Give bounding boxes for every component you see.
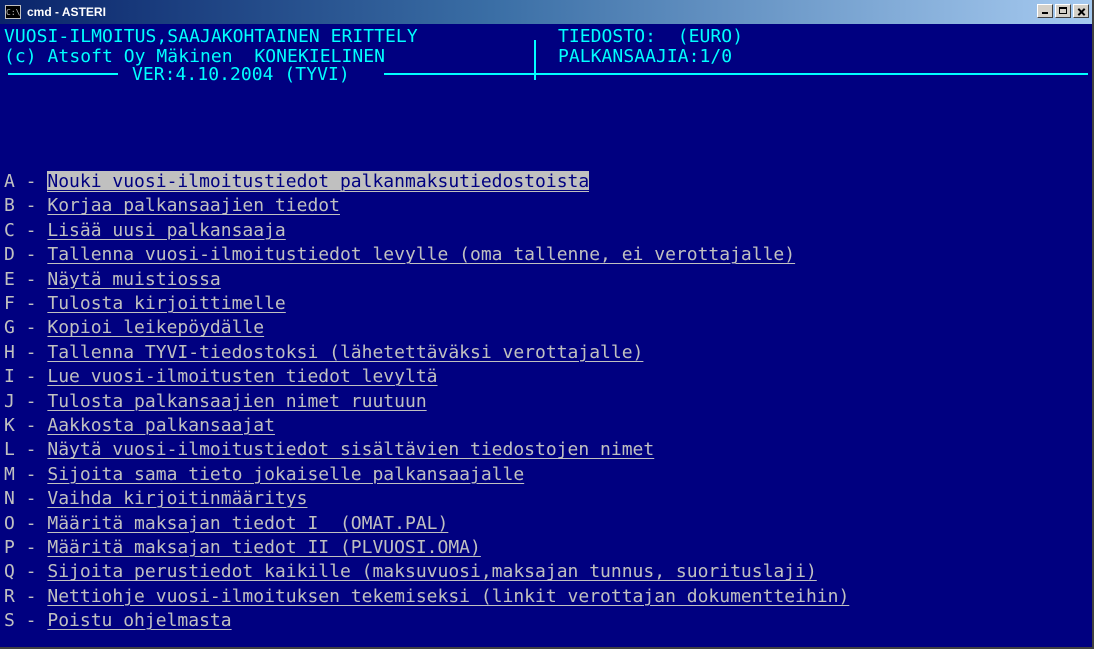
menu-label: Kopioi leikepöydälle xyxy=(47,317,265,339)
menu-item-n[interactable]: N - Vaihda kirjoitinmääritys xyxy=(4,488,307,509)
menu-label: Näytä muistiossa xyxy=(47,268,221,290)
menu-item-p[interactable]: P - Määritä maksajan tiedot II (PLVUOSI.… xyxy=(4,537,481,558)
menu-label: Nettiohje vuosi-ilmoituksen tekemiseksi … xyxy=(47,585,850,607)
menu-separator: - xyxy=(14,512,48,534)
menu-key: L xyxy=(4,439,15,461)
menu-label: Aakkosta palkansaajat xyxy=(47,415,275,436)
menu-key: I xyxy=(4,366,15,388)
menu-separator: - xyxy=(14,268,48,290)
menu-key: F xyxy=(4,293,15,314)
menu-label: Sijoita perustiedot kaikille (maksuvuosi… xyxy=(47,561,817,583)
menu-label: Näytä vuosi-ilmoitustiedot sisältävien t… xyxy=(47,439,655,461)
menu-key: G xyxy=(4,317,15,339)
menu-separator: - xyxy=(14,488,48,510)
header-rule-left xyxy=(8,73,118,75)
menu-key: D xyxy=(4,244,15,266)
cmd-icon[interactable]: C:\ xyxy=(5,5,21,19)
menu-item-a[interactable]: A - Nouki vuosi-ilmoitustiedot palkanmak… xyxy=(4,171,590,192)
menu-key: J xyxy=(4,390,15,412)
close-button[interactable] xyxy=(1073,4,1089,18)
menu-item-o[interactable]: O - Määritä maksajan tiedot I (OMAT.PAL) xyxy=(4,513,448,534)
menu-item-d[interactable]: D - Tallenna vuosi-ilmoitustiedot levyll… xyxy=(4,244,795,265)
menu-label: Tulosta kirjoittimelle xyxy=(47,293,286,314)
menu-separator: - xyxy=(14,293,48,314)
menu-item-b[interactable]: B - Korjaa palkansaajien tiedot xyxy=(4,195,340,216)
menu-item-k[interactable]: K - Aakkosta palkansaajat xyxy=(4,415,275,436)
menu-key: S xyxy=(4,610,15,632)
menu-separator: - xyxy=(14,366,48,388)
menu-label: Määritä maksajan tiedot II (PLVUOSI.OMA) xyxy=(47,537,481,558)
menu-separator: - xyxy=(14,195,48,217)
menu-label: Vaihda kirjoitinmääritys xyxy=(47,488,308,510)
console-window: C:\ cmd - ASTERI VUOSI-ILMOITUS,SAAJAKOH… xyxy=(0,0,1094,649)
menu-item-m[interactable]: M - Sijoita sama tieto jokaiselle palkan… xyxy=(4,464,524,485)
menu-item-f[interactable]: F - Tulosta kirjoittimelle xyxy=(4,293,286,314)
menu-item-r[interactable]: R - Nettiohje vuosi-ilmoituksen tekemise… xyxy=(4,586,849,607)
menu-separator: - xyxy=(14,415,48,436)
menu-key: K xyxy=(4,415,15,436)
menu-key: E xyxy=(4,268,15,290)
header-title: VUOSI-ILMOITUS,SAAJAKOHTAINEN ERITTELY xyxy=(4,26,418,47)
menu-separator: - xyxy=(14,317,48,339)
menu-separator: - xyxy=(14,561,48,583)
menu-label: Korjaa palkansaajien tiedot xyxy=(47,195,340,217)
menu-item-i[interactable]: I - Lue vuosi-ilmoitusten tiedot levyltä xyxy=(4,366,438,387)
window-controls xyxy=(1037,4,1089,18)
menu-separator: - xyxy=(14,610,48,632)
menu-item-s[interactable]: S - Poistu ohjelmasta xyxy=(4,610,232,631)
menu-separator: - xyxy=(14,244,48,266)
menu-item-j[interactable]: J - Tulosta palkansaajien nimet ruutuun xyxy=(4,391,427,412)
menu-key: A xyxy=(4,171,15,192)
menu-key: M xyxy=(4,463,15,485)
menu-label: Määritä maksajan tiedot I (OMAT.PAL) xyxy=(47,512,449,534)
menu-label: Sijoita sama tieto jokaiselle palkansaaj… xyxy=(47,463,525,485)
menu-key: B xyxy=(4,195,15,217)
window-title: cmd - ASTERI xyxy=(27,5,106,19)
minimize-button[interactable] xyxy=(1037,4,1053,18)
menu-key: P xyxy=(4,537,15,558)
menu-item-e[interactable]: E - Näytä muistiossa xyxy=(4,269,221,290)
menu-separator: - xyxy=(14,585,48,607)
menu-separator: - xyxy=(14,390,48,412)
header-employee-count: PALKANSAAJIA:1/0 xyxy=(558,46,733,67)
menu-key: Q xyxy=(4,561,15,583)
menu-separator: - xyxy=(14,537,48,558)
console-area[interactable]: VUOSI-ILMOITUS,SAAJAKOHTAINEN ERITTELY T… xyxy=(4,26,1088,646)
menu-item-l[interactable]: L - Näytä vuosi-ilmoitustiedot sisältävi… xyxy=(4,439,654,460)
menu-label: Poistu ohjelmasta xyxy=(47,610,232,632)
menu-separator: - xyxy=(14,171,48,192)
menu-separator: - xyxy=(14,219,48,241)
menu-label: Lisää uusi palkansaaja xyxy=(47,219,286,241)
menu-label: Tallenna vuosi-ilmoitustiedot levylle (o… xyxy=(47,244,796,266)
menu-item-c[interactable]: C - Lisää uusi palkansaaja xyxy=(4,220,286,241)
header-file: TIEDOSTO: (EURO) xyxy=(558,26,744,47)
menu-key: O xyxy=(4,512,15,534)
menu-item-h[interactable]: H - Tallenna TYVI-tiedostoksi (lähetettä… xyxy=(4,342,643,363)
menu-separator: - xyxy=(14,439,48,461)
menu-separator: - xyxy=(14,463,48,485)
title-bar[interactable]: C:\ cmd - ASTERI xyxy=(0,0,1092,24)
menu-label: Lue vuosi-ilmoitusten tiedot levyltä xyxy=(47,366,438,388)
menu-separator: - xyxy=(14,341,48,363)
menu-item-q[interactable]: Q - Sijoita perustiedot kaikille (maksuv… xyxy=(4,561,817,582)
maximize-button[interactable] xyxy=(1055,4,1071,18)
menu-label: Nouki vuosi-ilmoitustiedot palkanmaksuti… xyxy=(47,171,590,192)
menu-label: Tulosta palkansaajien nimet ruutuun xyxy=(47,390,427,412)
menu-item-g[interactable]: G - Kopioi leikepöydälle xyxy=(4,317,264,338)
menu-key: C xyxy=(4,219,15,241)
header-rule-right xyxy=(384,73,1088,75)
menu-key: R xyxy=(4,585,15,607)
menu-key: H xyxy=(4,341,15,363)
menu-key: N xyxy=(4,488,15,510)
menu-label: Tallenna TYVI-tiedostoksi (lähetettäväks… xyxy=(47,341,644,363)
header-version: VER:4.10.2004 (TYVI) xyxy=(132,64,350,85)
